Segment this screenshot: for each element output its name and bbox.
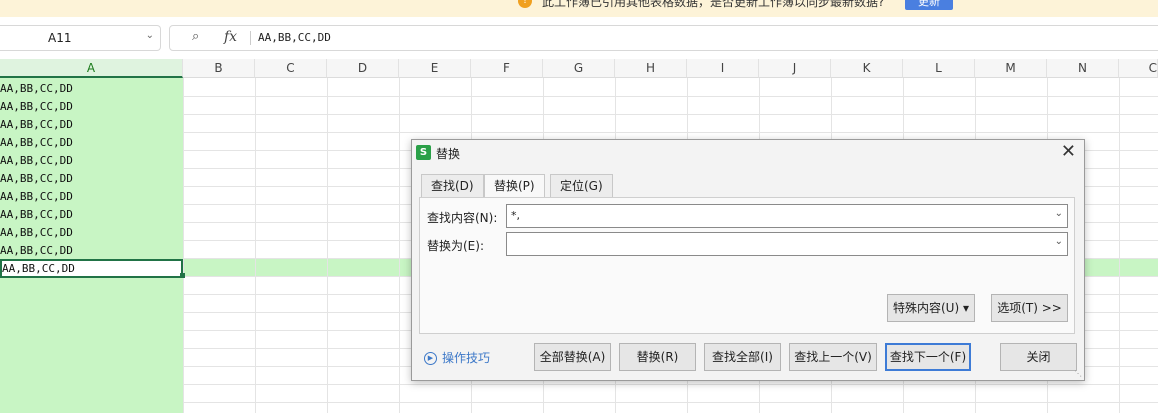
column-header-f[interactable]: F — [471, 59, 543, 78]
dialog-title: 替换 — [436, 147, 461, 161]
cell-a11-active[interactable]: AA,BB,CC,DD — [0, 259, 183, 278]
replace-input[interactable]: ⌄ — [506, 232, 1068, 256]
column-header-i[interactable]: I — [687, 59, 759, 78]
find-input-value: *, — [511, 209, 520, 222]
grid-column-line — [183, 78, 184, 413]
grid-column-line — [255, 78, 256, 413]
tab-replace[interactable]: 替换(P) — [484, 174, 545, 198]
column-header-c[interactable]: C — [255, 59, 327, 78]
cell-a4[interactable]: AA,BB,CC,DD — [0, 134, 183, 152]
column-header-b[interactable]: B — [183, 59, 255, 78]
column-header-m[interactable]: M — [975, 59, 1047, 78]
app-logo-icon: S — [416, 145, 431, 160]
replace-dialog: S 替换 ✕ 查找(D) 替换(P) 定位(G) 查找内容(N): *, ⌄ 替… — [411, 139, 1085, 381]
update-button[interactable]: 更新 — [905, 0, 953, 10]
find-label: 查找内容(N): — [427, 211, 498, 225]
chevron-down-icon[interactable]: ⌄ — [1055, 236, 1063, 247]
tab-find[interactable]: 查找(D) — [421, 174, 484, 197]
grid-column-line — [399, 78, 400, 413]
find-previous-button[interactable]: 查找上一个(V) — [789, 343, 877, 371]
replace-label: 替换为(E): — [427, 239, 484, 253]
special-content-button[interactable]: 特殊内容(U) ▾ — [887, 294, 975, 322]
cell-a1[interactable]: AA,BB,CC,DD — [0, 80, 183, 98]
grid-row-line — [183, 384, 1158, 385]
replace-panel: 查找内容(N): *, ⌄ 替换为(E): ⌄ 特殊内容(U) ▾ 选项(T) … — [419, 197, 1075, 334]
column-header-d[interactable]: D — [327, 59, 399, 78]
close-button[interactable]: 关闭 — [1000, 343, 1077, 371]
grid-column-line — [327, 78, 328, 413]
grid-row-line — [183, 96, 1158, 97]
grid-row-line — [183, 402, 1158, 403]
column-header-g[interactable]: G — [543, 59, 615, 78]
cell-a10[interactable]: AA,BB,CC,DD — [0, 242, 183, 260]
find-input[interactable]: *, ⌄ — [506, 204, 1068, 228]
replace-button[interactable]: 替换(R) — [619, 343, 696, 371]
cell-a7[interactable]: AA,BB,CC,DD — [0, 188, 183, 206]
column-header-l[interactable]: L — [903, 59, 975, 78]
formula-input[interactable]: ⌕ fx AA,BB,CC,DD — [169, 25, 1158, 51]
name-box[interactable]: A11 ⌄ — [0, 25, 161, 51]
grid-row-line — [183, 114, 1158, 115]
warning-icon: ! — [518, 0, 532, 8]
zoom-icon[interactable]: ⌕ — [192, 29, 199, 44]
column-header-j[interactable]: J — [759, 59, 831, 78]
chevron-down-icon[interactable]: ⌄ — [1055, 208, 1063, 219]
chevron-down-icon[interactable]: ⌄ — [146, 30, 154, 41]
tips-label[interactable]: 操作技巧 — [442, 351, 490, 365]
fx-icon[interactable]: fx — [224, 29, 237, 45]
close-icon[interactable]: ✕ — [1061, 141, 1076, 162]
grid-column-line — [1119, 78, 1120, 413]
find-next-button[interactable]: 查找下一个(F) — [885, 343, 971, 371]
resize-grip-icon[interactable]: ⋱ — [1074, 369, 1082, 378]
formula-content[interactable]: AA,BB,CC,DD — [258, 31, 331, 44]
options-button[interactable]: 选项(T) >> — [991, 294, 1068, 322]
cell-a9[interactable]: AA,BB,CC,DD — [0, 224, 183, 242]
formula-bar: A11 ⌄ ⌕ fx AA,BB,CC,DD — [0, 23, 1158, 53]
column-header-k[interactable]: K — [831, 59, 903, 78]
cell-a5[interactable]: AA,BB,CC,DD — [0, 152, 183, 170]
cell-a8[interactable]: AA,BB,CC,DD — [0, 206, 183, 224]
tips-link[interactable]: ▶ 操作技巧 — [424, 349, 490, 366]
column-header-a[interactable]: A — [0, 59, 183, 78]
find-all-button[interactable]: 查找全部(I) — [704, 343, 781, 371]
cell-a2[interactable]: AA,BB,CC,DD — [0, 98, 183, 116]
grid-row-line — [183, 132, 1158, 133]
column-header-n[interactable]: N — [1047, 59, 1119, 78]
cell-a6[interactable]: AA,BB,CC,DD — [0, 170, 183, 188]
column-header-e[interactable]: E — [399, 59, 471, 78]
divider — [250, 31, 251, 45]
notice-bar: ! 此工作簿已引用其他表格数据，是否更新工作簿以同步最新数据? 更新 — [0, 0, 1158, 17]
tab-goto[interactable]: 定位(G) — [550, 174, 613, 197]
name-box-value: A11 — [48, 31, 72, 45]
notice-message: 此工作簿已引用其他表格数据，是否更新工作簿以同步最新数据? — [542, 0, 885, 9]
column-header-h[interactable]: H — [615, 59, 687, 78]
fill-handle[interactable] — [180, 273, 185, 278]
play-circle-icon: ▶ — [424, 352, 437, 365]
replace-all-button[interactable]: 全部替换(A) — [534, 343, 611, 371]
cell-a3[interactable]: AA,BB,CC,DD — [0, 116, 183, 134]
column-header-o[interactable]: C — [1119, 59, 1158, 78]
